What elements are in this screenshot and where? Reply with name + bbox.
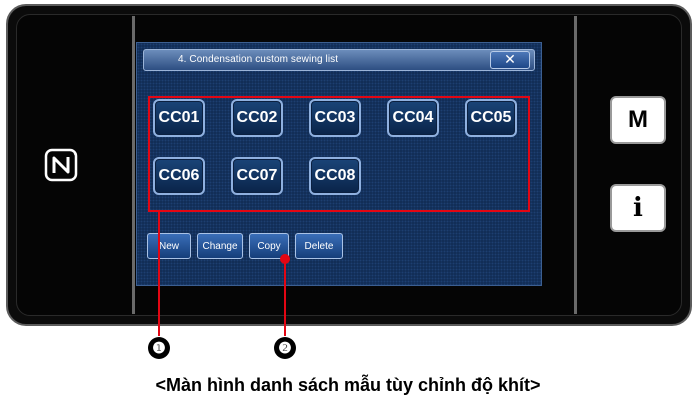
dialog-title: 4. Condensation custom sewing list [178, 54, 339, 65]
figure-caption: <Màn hình danh sách mẫu tùy chỉnh độ khí… [155, 375, 541, 395]
new-label: New [158, 240, 179, 252]
mode-label: M [628, 106, 648, 133]
left-divider [132, 16, 135, 314]
right-divider [574, 16, 577, 314]
svg-text:™: ™ [73, 153, 78, 159]
marker-1-label: ❶ [152, 340, 166, 357]
delete-label: Delete [304, 240, 334, 252]
close-button[interactable]: ✕ [490, 51, 530, 69]
nfc-icon: ™ [44, 148, 78, 182]
callout-line-1 [158, 212, 160, 336]
new-button[interactable]: New [147, 233, 191, 259]
dialog-titlebar: 4. Condensation custom sewing list ✕ [143, 49, 535, 71]
info-label: i [633, 193, 643, 223]
marker-2: ❷ [274, 337, 296, 359]
mode-button[interactable]: M [610, 96, 666, 144]
marker-2-label: ❷ [278, 340, 292, 357]
pattern-list-highlight [148, 96, 530, 212]
delete-button[interactable]: Delete [295, 233, 343, 259]
callout-line-2 [284, 262, 286, 336]
change-button[interactable]: Change [197, 233, 243, 259]
info-button[interactable]: i [610, 184, 666, 232]
marker-1: ❶ [148, 337, 170, 359]
change-label: Change [202, 240, 238, 252]
copy-label: Copy [257, 240, 281, 252]
close-icon: ✕ [504, 52, 516, 68]
